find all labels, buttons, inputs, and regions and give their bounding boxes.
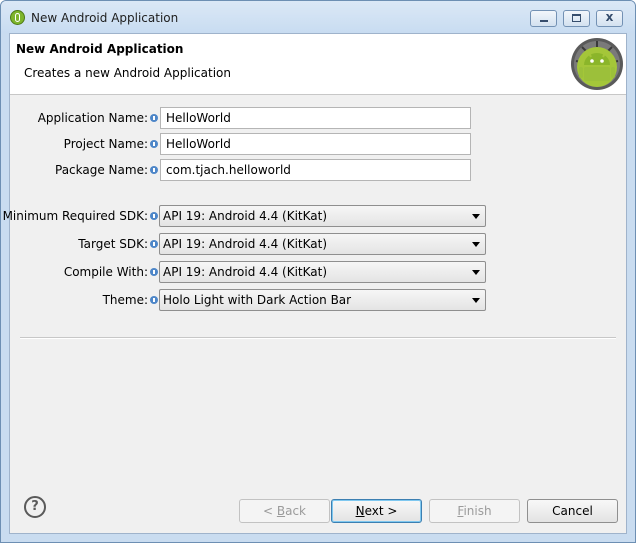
cancel-button[interactable]: Cancel <box>527 499 618 523</box>
application-name-label: Application Name: <box>37 111 148 125</box>
banner-subtitle: Creates a new Android Application <box>24 66 231 80</box>
close-icon: x <box>605 10 614 24</box>
android-robot-icon <box>571 38 623 90</box>
dialog-client-area: New Android Application Creates a new An… <box>3 33 627 534</box>
min-sdk-label: Minimum Required SDK: <box>2 209 148 223</box>
min-sdk-dropdown[interactable]: API 19: Android 4.4 (KitKat) <box>159 205 486 227</box>
theme-dropdown[interactable]: Holo Light with Dark Action Bar <box>159 289 486 311</box>
compile-with-dropdown[interactable]: API 19: Android 4.4 (KitKat) <box>159 261 486 283</box>
wizard-banner: New Android Application Creates a new An… <box>10 34 626 95</box>
next-button-mnemonic: N <box>355 504 365 518</box>
chevron-down-icon <box>472 242 480 247</box>
min-sdk-value: API 19: Android 4.4 (KitKat) <box>163 209 328 223</box>
back-button-rest: ack <box>285 504 306 518</box>
divider <box>20 337 616 339</box>
target-sdk-row: Target SDK: <box>10 233 148 255</box>
target-sdk-value: API 19: Android 4.4 (KitKat) <box>163 237 328 251</box>
dialog-window: New Android Application x New Android Ap… <box>0 0 636 543</box>
compile-with-row: Compile With: <box>10 261 148 283</box>
title-bar[interactable]: New Android Application x <box>1 1 635 33</box>
project-name-row: Project Name: <box>10 133 148 155</box>
window-title: New Android Application <box>31 11 179 25</box>
banner-title: New Android Application <box>16 42 184 56</box>
info-icon <box>150 114 158 122</box>
help-icon[interactable]: ? <box>24 496 46 518</box>
next-button[interactable]: Next > <box>331 499 422 523</box>
back-button-mnemonic: B <box>276 504 286 518</box>
application-name-field[interactable] <box>160 107 471 129</box>
target-sdk-label: Target SDK: <box>78 237 148 251</box>
finish-button-rest: inish <box>463 504 492 518</box>
package-name-row: Package Name: <box>10 159 148 181</box>
compile-with-label: Compile With: <box>63 265 148 279</box>
info-icon <box>150 296 158 304</box>
package-name-field[interactable] <box>160 159 471 181</box>
chevron-down-icon <box>472 298 480 303</box>
application-name-row: Application Name: <box>10 107 148 129</box>
theme-label: Theme: <box>102 293 148 307</box>
chevron-down-icon <box>472 214 480 219</box>
package-name-label: Package Name: <box>55 163 148 177</box>
info-icon <box>150 140 158 148</box>
info-icon <box>150 240 158 248</box>
close-button[interactable]: x <box>596 10 623 27</box>
info-icon <box>150 212 158 220</box>
compile-with-value: API 19: Android 4.4 (KitKat) <box>163 265 328 279</box>
theme-value: Holo Light with Dark Action Bar <box>163 293 352 307</box>
chevron-down-icon <box>472 270 480 275</box>
finish-button[interactable]: Finish <box>429 499 520 523</box>
back-button[interactable]: < Back <box>239 499 330 523</box>
minimize-button[interactable] <box>530 10 557 27</box>
project-name-field[interactable] <box>160 133 471 155</box>
theme-row: Theme: <box>10 289 148 311</box>
next-button-rest: ext > <box>364 504 398 518</box>
info-icon <box>150 166 158 174</box>
back-button-prefix: < <box>262 504 277 518</box>
min-sdk-row: Minimum Required SDK: <box>3 205 148 227</box>
maximize-button[interactable] <box>563 10 590 27</box>
target-sdk-dropdown[interactable]: API 19: Android 4.4 (KitKat) <box>159 233 486 255</box>
android-adt-icon <box>10 10 25 25</box>
info-icon <box>150 268 158 276</box>
project-name-label: Project Name: <box>63 137 148 151</box>
